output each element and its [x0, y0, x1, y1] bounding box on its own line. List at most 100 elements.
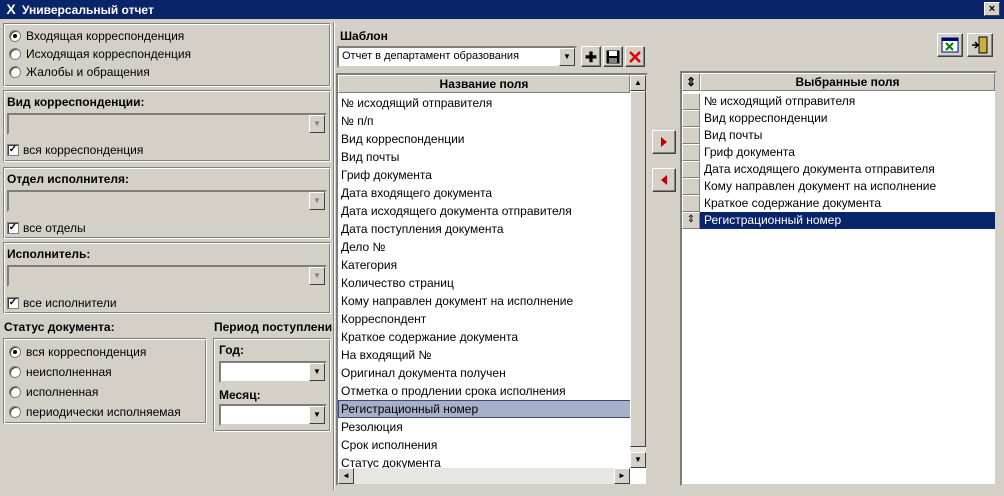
radio-icon[interactable]	[9, 346, 21, 358]
radio-icon[interactable]	[9, 66, 21, 78]
row-indicator[interactable]	[682, 195, 700, 212]
corr-type-all-checkbox[interactable]: ✓ вся корреспонденция	[7, 142, 143, 158]
status-group: вся корреспонденция неисполненная исполнен…	[3, 338, 207, 424]
chevron-down-icon[interactable]: ▼	[309, 267, 325, 285]
corr-type-select[interactable]: ▼	[7, 113, 327, 135]
move-left-button[interactable]	[652, 168, 676, 192]
status-radio-0[interactable]: вся корреспонденция	[9, 342, 181, 362]
scroll-down-icon[interactable]: ▼	[630, 452, 646, 468]
row-indicator[interactable]	[682, 93, 700, 110]
fields-vscrollbar[interactable]: ▲ ▼	[630, 75, 646, 468]
checkmark-icon[interactable]: ✓	[7, 222, 19, 234]
selected-field-label: № исходящий отправителя	[704, 94, 856, 108]
row-indicator[interactable]	[682, 178, 700, 195]
executor-select[interactable]: ▼	[7, 265, 327, 287]
chevron-down-icon[interactable]: ▼	[309, 192, 325, 210]
field-list-item[interactable]: Отметка о продлении срока исполнения	[338, 382, 632, 400]
direction-radio-label: Входящая корреспонденция	[26, 29, 185, 43]
row-indicator[interactable]	[682, 127, 700, 144]
sort-handle-header[interactable]: ⇕	[682, 73, 700, 91]
field-list-item[interactable]: Дата поступления документа	[338, 220, 632, 238]
selected-field-item[interactable]: Краткое содержание документа	[682, 195, 995, 212]
field-list-item[interactable]: Резолюция	[338, 418, 632, 436]
field-list-item[interactable]: На входящий №	[338, 346, 632, 364]
field-list-item[interactable]: Дата входящего документа	[338, 184, 632, 202]
scroll-thumb[interactable]	[630, 91, 646, 447]
radio-icon[interactable]	[9, 48, 21, 60]
row-indicator[interactable]	[682, 144, 700, 161]
window-title: Универсальный отчет	[22, 3, 154, 17]
template-select[interactable]: Отчет в департамент образования ▼	[337, 46, 577, 68]
status-radio-label: вся корреспонденция	[26, 345, 147, 359]
month-select[interactable]: ▼	[219, 404, 327, 426]
row-indicator[interactable]	[682, 161, 700, 178]
move-right-button[interactable]	[652, 130, 676, 154]
executor-all-checkbox[interactable]: ✓ все исполнители	[7, 295, 117, 311]
direction-radio-0[interactable]: Входящая корреспонденция	[9, 27, 191, 45]
radio-icon[interactable]	[9, 366, 21, 378]
radio-icon[interactable]	[9, 406, 21, 418]
field-list-item[interactable]: Дело №	[338, 238, 632, 256]
selected-field-item[interactable]: ⇕ Регистрационный номер	[682, 212, 995, 229]
status-radio-2[interactable]: исполненная	[9, 382, 181, 402]
checkmark-icon[interactable]: ✓	[7, 144, 19, 156]
field-list-item[interactable]: Количество страниц	[338, 274, 632, 292]
field-list-item[interactable]: Вид корреспонденции	[338, 130, 632, 148]
selected-field-item[interactable]: Дата исходящего документа отправителя	[682, 161, 995, 178]
status-radio-label: исполненная	[26, 385, 99, 399]
field-list-item[interactable]: Вид почты	[338, 148, 632, 166]
field-list-item[interactable]: № п/п	[338, 112, 632, 130]
template-label: Шаблон	[340, 29, 388, 43]
chevron-down-icon[interactable]: ▼	[309, 406, 325, 424]
chevron-down-icon[interactable]: ▼	[559, 48, 575, 66]
selected-field-item[interactable]: Вид корреспонденции	[682, 110, 995, 127]
selected-field-label: Регистрационный номер	[700, 212, 995, 229]
save-template-button[interactable]	[603, 46, 623, 67]
direction-radio-2[interactable]: Жалобы и обращения	[9, 63, 191, 81]
checkmark-icon[interactable]: ✓	[7, 297, 19, 309]
field-list-item[interactable]: № исходящий отправителя	[338, 94, 632, 112]
scroll-up-icon[interactable]: ▲	[630, 75, 646, 91]
selected-field-item[interactable]: Вид почты	[682, 127, 995, 144]
field-list-item[interactable]: Срок исполнения	[338, 436, 632, 454]
year-label: Год:	[219, 343, 244, 357]
selected-fields-list[interactable]: ⇕ Выбранные поля № исходящий отправителя…	[680, 71, 997, 486]
sort-arrows-icon[interactable]: ⇕	[682, 212, 700, 229]
close-button[interactable]: ×	[984, 2, 1000, 16]
department-select[interactable]: ▼	[7, 190, 327, 212]
selected-fields-header[interactable]: Выбранные поля	[700, 73, 995, 91]
status-radio-1[interactable]: неисполненная	[9, 362, 181, 382]
field-list-item[interactable]: Категория	[338, 256, 632, 274]
excel-export-icon	[941, 37, 959, 53]
fields-hscrollbar[interactable]: ◄ ►	[338, 468, 630, 484]
field-list-item[interactable]: Кому направлен документ на исполнение	[338, 292, 632, 310]
status-radio-3[interactable]: периодически исполняемая	[9, 402, 181, 422]
fields-header[interactable]: Название поля	[338, 75, 630, 93]
chevron-down-icon[interactable]: ▼	[309, 115, 325, 133]
field-list-item[interactable]: Регистрационный номер	[338, 400, 632, 418]
scroll-left-icon[interactable]: ◄	[338, 468, 354, 484]
exit-button[interactable]	[967, 33, 993, 57]
department-title: Отдел исполнителя:	[7, 172, 130, 186]
field-list-item[interactable]: Гриф документа	[338, 166, 632, 184]
add-template-button[interactable]: ✚	[581, 46, 601, 67]
selected-field-item[interactable]: Кому направлен документ на исполнение	[682, 178, 995, 195]
field-list-item[interactable]: Дата исходящего документа отправителя	[338, 202, 632, 220]
selected-field-item[interactable]: Гриф документа	[682, 144, 995, 161]
radio-icon[interactable]	[9, 386, 21, 398]
direction-radio-1[interactable]: Исходящая корреспонденция	[9, 45, 191, 63]
delete-template-button[interactable]	[625, 46, 645, 67]
radio-icon[interactable]	[9, 30, 21, 42]
executor-group: Исполнитель: ▼ ✓ все исполнители	[3, 242, 331, 314]
field-list-item[interactable]: Краткое содержание документа	[338, 328, 632, 346]
department-all-checkbox[interactable]: ✓ все отделы	[7, 220, 86, 236]
selected-field-item[interactable]: № исходящий отправителя	[682, 93, 995, 110]
field-list-item[interactable]: Корреспондент	[338, 310, 632, 328]
field-list-item[interactable]: Оригинал документа получен	[338, 364, 632, 382]
fields-list[interactable]: Название поля № исходящий отправителя № п…	[336, 73, 648, 486]
row-indicator[interactable]	[682, 110, 700, 127]
year-select[interactable]: ▼	[219, 361, 327, 383]
chevron-down-icon[interactable]: ▼	[309, 363, 325, 381]
export-excel-button[interactable]	[937, 33, 963, 57]
scroll-right-icon[interactable]: ►	[614, 468, 630, 484]
